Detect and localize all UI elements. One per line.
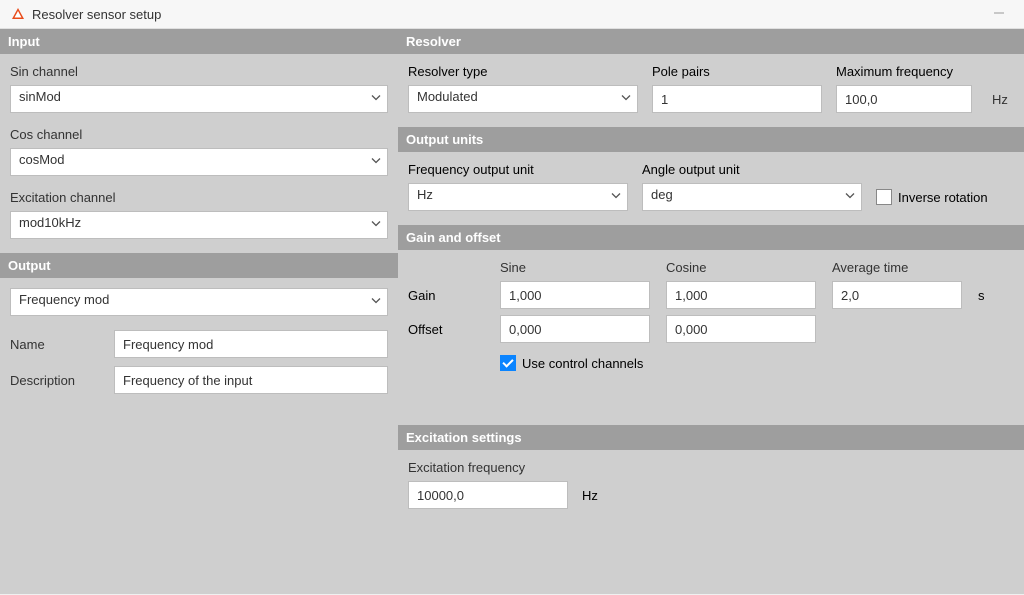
name-field[interactable]	[114, 330, 388, 358]
excitation-frequency-field[interactable]	[408, 481, 568, 509]
frequency-output-unit-label: Frequency output unit	[408, 162, 628, 177]
excitation-frequency-label: Excitation frequency	[408, 460, 638, 475]
average-time-label: Average time	[832, 260, 962, 275]
use-control-channels-checkbox[interactable]	[500, 355, 516, 371]
description-field[interactable]	[114, 366, 388, 394]
average-time-unit: s	[978, 288, 998, 303]
average-time-field[interactable]	[832, 281, 962, 309]
sin-channel-label: Sin channel	[10, 64, 388, 79]
output-section-header: Output	[0, 253, 398, 278]
cos-channel-select[interactable]: cosMod	[10, 148, 388, 176]
inverse-rotation-label: Inverse rotation	[898, 190, 988, 205]
resolver-section-header: Resolver	[398, 29, 1024, 54]
name-label: Name	[10, 337, 100, 352]
resolver-type-select[interactable]: Modulated	[408, 85, 638, 113]
minimize-button[interactable]	[984, 7, 1014, 22]
title-bar: Resolver sensor setup	[0, 0, 1024, 29]
frequency-output-unit-select[interactable]: Hz	[408, 183, 628, 211]
app-icon	[10, 6, 26, 22]
excitation-channel-label: Excitation channel	[10, 190, 388, 205]
use-control-channels-label: Use control channels	[522, 356, 643, 371]
resolver-type-label: Resolver type	[408, 64, 638, 79]
gain-cosine-field[interactable]	[666, 281, 816, 309]
pole-pairs-label: Pole pairs	[652, 64, 822, 79]
gain-sine-field[interactable]	[500, 281, 650, 309]
max-frequency-field[interactable]	[836, 85, 972, 113]
cos-channel-label: Cos channel	[10, 127, 388, 142]
max-frequency-unit: Hz	[992, 92, 1014, 107]
gain-offset-header: Gain and offset	[398, 225, 1024, 250]
offset-cosine-field[interactable]	[666, 315, 816, 343]
description-label: Description	[10, 373, 100, 388]
max-frequency-label: Maximum frequency	[836, 64, 972, 79]
output-select[interactable]: Frequency mod	[10, 288, 388, 316]
output-units-header: Output units	[398, 127, 1024, 152]
angle-output-unit-select[interactable]: deg	[642, 183, 862, 211]
excitation-settings-header: Excitation settings	[398, 425, 1024, 450]
sin-channel-select[interactable]: sinMod	[10, 85, 388, 113]
sine-column-label: Sine	[500, 260, 650, 275]
inverse-rotation-checkbox[interactable]	[876, 189, 892, 205]
left-panel: Input Sin channel sinMod Cos channel cos…	[0, 29, 398, 594]
angle-output-unit-label: Angle output unit	[642, 162, 862, 177]
input-section-header: Input	[0, 29, 398, 54]
offset-row-label: Offset	[408, 322, 484, 337]
window-title: Resolver sensor setup	[32, 7, 161, 22]
cosine-column-label: Cosine	[666, 260, 816, 275]
excitation-channel-select[interactable]: mod10kHz	[10, 211, 388, 239]
gain-row-label: Gain	[408, 288, 484, 303]
excitation-frequency-unit: Hz	[582, 488, 598, 503]
right-panel: Resolver Resolver type Pole pairs Maximu…	[398, 29, 1024, 594]
offset-sine-field[interactable]	[500, 315, 650, 343]
pole-pairs-field[interactable]	[652, 85, 822, 113]
